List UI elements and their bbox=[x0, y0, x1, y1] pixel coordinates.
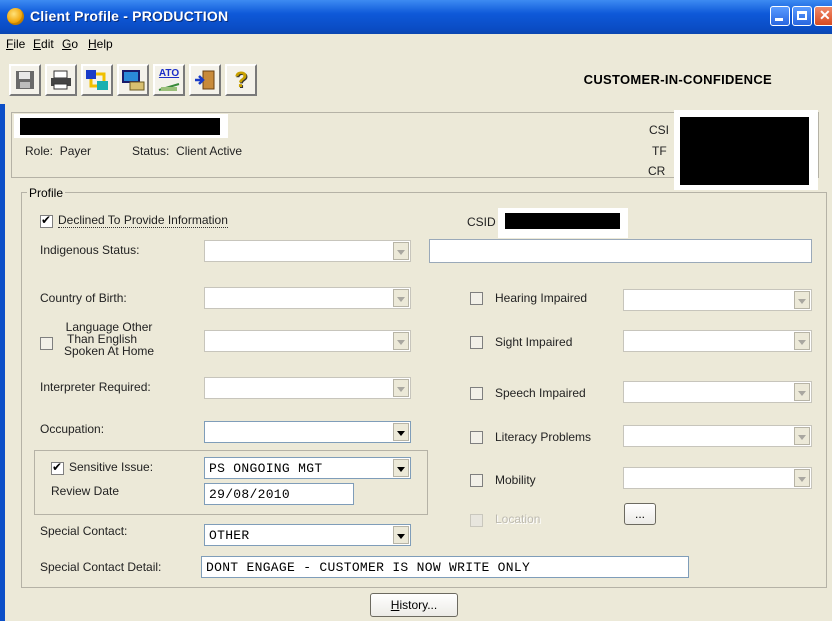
app-icon bbox=[7, 8, 24, 25]
location-label: Location bbox=[495, 512, 541, 526]
network-transfer-icon bbox=[86, 70, 108, 90]
computer-icon bbox=[122, 70, 145, 91]
redacted-ids bbox=[680, 117, 809, 185]
maximize-button[interactable] bbox=[792, 6, 812, 26]
location-browse-button[interactable]: ... bbox=[624, 503, 656, 525]
mobility-checkbox[interactable] bbox=[470, 474, 483, 487]
chevron-down-icon bbox=[794, 332, 810, 350]
minimize-button[interactable] bbox=[770, 6, 790, 26]
help-button[interactable]: ? bbox=[225, 64, 257, 96]
special-contact-detail-field[interactable]: DONT ENGAGE - CUSTOMER IS NOW WRITE ONLY bbox=[201, 556, 689, 578]
sight-impaired-select[interactable] bbox=[623, 330, 812, 352]
language-checkbox[interactable] bbox=[40, 337, 53, 350]
country-of-birth-label: Country of Birth: bbox=[40, 291, 127, 305]
classification-label: CUSTOMER-IN-CONFIDENCE bbox=[583, 72, 772, 87]
sight-impaired-label: Sight Impaired bbox=[495, 335, 573, 349]
header-csi-label: CSI bbox=[649, 123, 670, 137]
sensitive-issue-checkbox[interactable] bbox=[51, 460, 64, 475]
language-select[interactable] bbox=[204, 330, 411, 352]
literacy-problems-checkbox[interactable] bbox=[470, 431, 483, 444]
exit-button[interactable] bbox=[189, 64, 221, 96]
chevron-down-icon bbox=[393, 332, 409, 350]
sight-impaired-checkbox[interactable] bbox=[470, 336, 483, 349]
help-question-icon: ? bbox=[234, 67, 248, 92]
ato-scales-icon bbox=[158, 83, 180, 91]
literacy-problems-select[interactable] bbox=[623, 425, 812, 447]
csid-label: CSID bbox=[467, 215, 496, 229]
declined-checkbox[interactable] bbox=[40, 213, 53, 228]
literacy-problems-label: Literacy Problems bbox=[495, 430, 592, 444]
speech-impaired-checkbox[interactable] bbox=[470, 387, 483, 400]
review-date-field[interactable]: 29/08/2010 bbox=[204, 483, 354, 505]
hearing-impaired-select[interactable] bbox=[623, 289, 812, 311]
window-frame-edge bbox=[0, 104, 5, 621]
chevron-down-icon bbox=[794, 291, 810, 309]
status-value: Client Active bbox=[176, 144, 243, 158]
chevron-down-icon bbox=[393, 289, 409, 307]
network-button[interactable] bbox=[81, 64, 113, 96]
title-bar[interactable]: Client Profile - PRODUCTION ✕ bbox=[0, 0, 832, 34]
special-contact-detail-label: Special Contact Detail: bbox=[40, 560, 162, 574]
menu-file[interactable]: File bbox=[6, 37, 25, 51]
declined-label: Declined To Provide Information bbox=[58, 213, 228, 228]
chevron-down-icon bbox=[393, 526, 409, 544]
special-contact-select[interactable]: OTHER bbox=[204, 524, 411, 546]
profile-legend: Profile bbox=[27, 186, 66, 200]
header-tf-label: TF bbox=[652, 144, 667, 158]
chevron-down-icon bbox=[393, 379, 409, 397]
ato-button[interactable]: ATO bbox=[153, 64, 185, 96]
redacted-csid bbox=[505, 213, 620, 229]
printer-icon bbox=[51, 70, 71, 90]
chevron-down-icon bbox=[794, 427, 810, 445]
chevron-down-icon bbox=[393, 242, 409, 260]
location-checkbox[interactable] bbox=[470, 514, 483, 527]
chevron-down-icon bbox=[794, 383, 810, 401]
floppy-disk-icon bbox=[16, 71, 34, 89]
role-label: Role: Payer bbox=[25, 144, 92, 158]
indigenous-status-label: Indigenous Status: bbox=[40, 243, 140, 257]
speech-impaired-label: Speech Impaired bbox=[495, 386, 586, 400]
language-label: Language Other Than English Spoken At Ho… bbox=[64, 320, 155, 358]
speech-impaired-select[interactable] bbox=[623, 381, 812, 403]
close-icon: ✕ bbox=[819, 7, 831, 23]
history-button[interactable]: History... bbox=[370, 593, 458, 617]
chevron-down-icon bbox=[393, 423, 409, 441]
occupation-select[interactable] bbox=[204, 421, 411, 443]
chevron-down-icon bbox=[393, 459, 409, 477]
interpreter-required-select[interactable] bbox=[204, 377, 411, 399]
hearing-impaired-label: Hearing Impaired bbox=[495, 291, 588, 305]
exit-door-icon bbox=[195, 70, 215, 90]
sensitive-issue-select[interactable]: PS ONGOING MGT bbox=[204, 457, 411, 479]
minimize-icon bbox=[775, 18, 783, 21]
mobility-label: Mobility bbox=[495, 473, 536, 487]
header-cr-label: CR bbox=[648, 164, 666, 178]
sensitive-issue-label: Sensitive Issue: bbox=[69, 460, 154, 474]
menu-bar: File Edit Go Help bbox=[0, 34, 832, 54]
close-button[interactable]: ✕ bbox=[814, 6, 832, 26]
redacted-client-name bbox=[20, 118, 220, 135]
indigenous-detail-field[interactable] bbox=[429, 239, 812, 263]
window-title: Client Profile - PRODUCTION bbox=[30, 8, 229, 24]
special-contact-label: Special Contact: bbox=[40, 524, 128, 538]
maximize-icon bbox=[797, 11, 807, 20]
client-profile-window: Client Profile - PRODUCTION ✕ File Edit … bbox=[0, 0, 832, 621]
mobility-select[interactable] bbox=[623, 467, 812, 489]
occupation-label: Occupation: bbox=[40, 422, 105, 436]
interpreter-required-label: Interpreter Required: bbox=[40, 380, 151, 394]
status-label: Status: Client Active bbox=[132, 144, 243, 158]
ato-label: ATO bbox=[158, 68, 180, 79]
country-of-birth-select[interactable] bbox=[204, 287, 411, 309]
print-button[interactable] bbox=[45, 64, 77, 96]
workstation-button[interactable] bbox=[117, 64, 149, 96]
menu-edit[interactable]: Edit bbox=[33, 37, 54, 51]
review-date-label: Review Date bbox=[51, 484, 120, 498]
menu-help[interactable]: Help bbox=[88, 37, 113, 51]
save-button[interactable] bbox=[9, 64, 41, 96]
menu-go[interactable]: Go bbox=[62, 37, 78, 51]
role-value: Payer bbox=[59, 144, 92, 158]
hearing-impaired-checkbox[interactable] bbox=[470, 292, 483, 305]
chevron-down-icon bbox=[794, 469, 810, 487]
indigenous-status-select[interactable] bbox=[204, 240, 411, 262]
toolbar: ATO ? CUSTOMER-IN-CONFIDENCE bbox=[0, 54, 832, 104]
